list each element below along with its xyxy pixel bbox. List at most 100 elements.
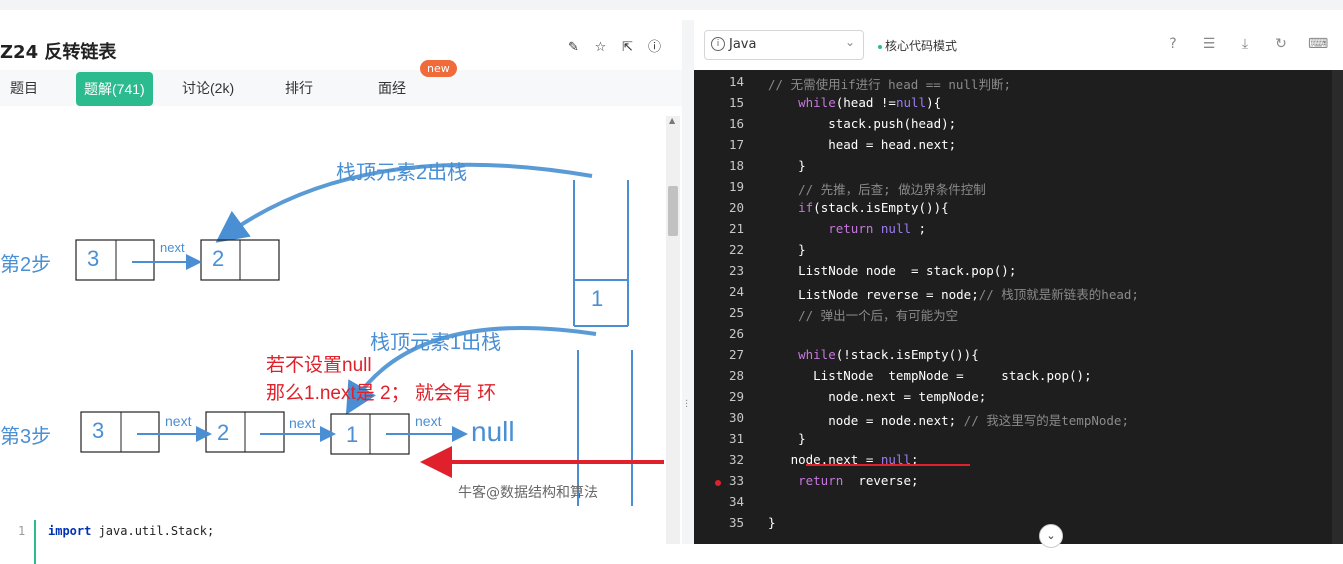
code-text: }: [768, 515, 776, 530]
code-line[interactable]: 21 return null ;: [694, 221, 1343, 242]
code-text: head = head.next;: [768, 137, 957, 152]
code-line[interactable]: 23 ListNode node = stack.pop();: [694, 263, 1343, 284]
code-line[interactable]: 15 while(head !=null){: [694, 95, 1343, 116]
code-line[interactable]: 28 ListNode tempNode = stack.pop();: [694, 368, 1343, 389]
next-label: next: [289, 415, 316, 431]
line-number: 35: [728, 515, 744, 530]
help-icon[interactable]: ?: [1164, 35, 1182, 53]
star-icon[interactable]: ☆: [593, 40, 608, 55]
code-line[interactable]: 25 // 弹出一个后，有可能为空: [694, 305, 1343, 326]
line-number: 30: [728, 410, 744, 425]
list-icon[interactable]: ☰: [1200, 35, 1218, 53]
code-text: import java.util.Stack;: [48, 524, 214, 538]
code-text: }: [768, 158, 806, 173]
code-line[interactable]: 32 node.next = null;: [694, 452, 1343, 473]
code-line[interactable]: 33 return reverse;: [694, 473, 1343, 494]
tab-solutions[interactable]: 题解(741): [76, 72, 153, 106]
node-value: 2: [212, 246, 225, 271]
code-keyword: import: [48, 524, 92, 538]
code-line[interactable]: 19 // 先推，后查; 做边界条件控制: [694, 179, 1343, 200]
code-rest: java.util.Stack;: [91, 524, 215, 538]
code-line[interactable]: 26: [694, 326, 1343, 347]
line-number: 29: [728, 389, 744, 404]
keyboard-icon[interactable]: ⌨: [1308, 35, 1328, 53]
pop1-label: 栈顶元素1出栈: [370, 332, 502, 354]
line-number: 14: [728, 74, 744, 89]
code-line[interactable]: 16 stack.push(head);: [694, 116, 1343, 137]
code-line[interactable]: 31 }: [694, 431, 1343, 452]
editor-icons: ? ☰ ⤓ ↻ ⌨: [1164, 35, 1328, 53]
node-value: 3: [87, 246, 100, 271]
code-line[interactable]: 34: [694, 494, 1343, 515]
edit-icon[interactable]: ✎: [566, 40, 581, 55]
line-number: 18: [728, 158, 744, 173]
stack-value: 1: [591, 286, 604, 311]
step3-label: 第3步: [0, 426, 52, 448]
line-number: 28: [728, 368, 744, 383]
line-number: 16: [728, 116, 744, 131]
code-mode[interactable]: 核心代码模式: [878, 37, 957, 54]
share-icon[interactable]: ⇱: [620, 40, 635, 55]
download-icon[interactable]: ⤓: [1236, 35, 1254, 53]
line-number: 31: [728, 431, 744, 446]
language-value: Java: [729, 37, 757, 52]
code-line[interactable]: 29 node.next = tempNode;: [694, 389, 1343, 410]
note-line-2: 那么1.next是 2； 就会有 环: [266, 383, 497, 404]
next-label: next: [415, 413, 442, 429]
code-line[interactable]: 20 if(stack.isEmpty()){: [694, 200, 1343, 221]
code-line[interactable]: 18 }: [694, 158, 1343, 179]
info-icon: i: [711, 37, 725, 51]
code-text: ListNode tempNode = stack.pop();: [768, 368, 1092, 383]
node-value: 1: [346, 422, 359, 447]
code-text: // 先推，后查; 做边界条件控制: [798, 182, 986, 197]
code-text: while(head !=null){: [798, 95, 942, 110]
line-number: 17: [728, 137, 744, 152]
code-line[interactable]: 22 }: [694, 242, 1343, 263]
editor-toolbar: i Java ⌄ 核心代码模式 ? ☰ ⤓ ↻ ⌨: [694, 20, 1343, 70]
line-number: 27: [728, 347, 744, 362]
tab-discussion[interactable]: 讨论(2k): [182, 78, 234, 98]
tab-problem[interactable]: 题目: [10, 78, 38, 98]
line-number: 23: [728, 263, 744, 278]
code-line[interactable]: 30 node = node.next; // 我这里写的是tempNode;: [694, 410, 1343, 431]
line-number: 1: [18, 524, 26, 538]
tab-interview[interactable]: 面经: [378, 78, 406, 98]
code-text: node = node.next; // 我这里写的是tempNode;: [768, 413, 1129, 428]
info-icon[interactable]: ⓘ: [647, 40, 662, 55]
diagram-graphics: [75, 162, 664, 506]
annotation-underline: [806, 464, 970, 466]
null-label: null: [471, 416, 515, 447]
code-line[interactable]: 35}: [694, 515, 1343, 536]
drag-handle-icon[interactable]: · · ·: [685, 397, 688, 413]
tab-ranking[interactable]: 排行: [285, 78, 313, 98]
code-editor[interactable]: 14 // 无需使用if进行 head == null判断; 15 while(he…: [694, 70, 1343, 544]
scroll-thumb[interactable]: [668, 186, 678, 236]
code-text: node.next = tempNode;: [768, 389, 987, 404]
code-text: }: [768, 242, 806, 257]
left-scrollbar[interactable]: ▲: [666, 116, 680, 544]
code-text: // 无需使用if进行 head == null判断;: [768, 77, 1011, 92]
line-number: 26: [728, 326, 744, 341]
next-label: next: [165, 413, 192, 429]
code-line[interactable]: 14 // 无需使用if进行 head == null判断;: [694, 74, 1343, 95]
line-number: 21: [728, 221, 744, 236]
header-icons: ✎ ☆ ⇱ ⓘ: [566, 40, 662, 55]
scroll-up-icon[interactable]: ▲: [669, 116, 675, 125]
node-value: 3: [92, 418, 105, 443]
code-line[interactable]: 24 ListNode reverse = node;// 栈顶就是新链表的he…: [694, 284, 1343, 305]
code-text: return null ;: [828, 221, 927, 236]
panel-splitter[interactable]: · · ·: [682, 20, 694, 544]
language-select[interactable]: i Java ⌄: [704, 30, 864, 60]
code-mode-label: 核心代码模式: [885, 39, 958, 53]
line-number: 15: [728, 95, 744, 110]
code-line[interactable]: 17 head = head.next;: [694, 137, 1343, 158]
code-line[interactable]: 27 while(!stack.isEmpty()){: [694, 347, 1343, 368]
top-strip: [0, 0, 1343, 10]
code-text: if(stack.isEmpty()){: [798, 200, 949, 215]
code-gutter-bar: [34, 520, 36, 564]
chevron-down-icon[interactable]: ⌄: [1039, 524, 1063, 548]
refresh-icon[interactable]: ↻: [1272, 35, 1290, 53]
editor-scrollbar[interactable]: [1332, 70, 1343, 544]
problem-title: Z24 反转链表: [0, 42, 117, 63]
note-line-1: 若不设置null: [266, 355, 372, 376]
